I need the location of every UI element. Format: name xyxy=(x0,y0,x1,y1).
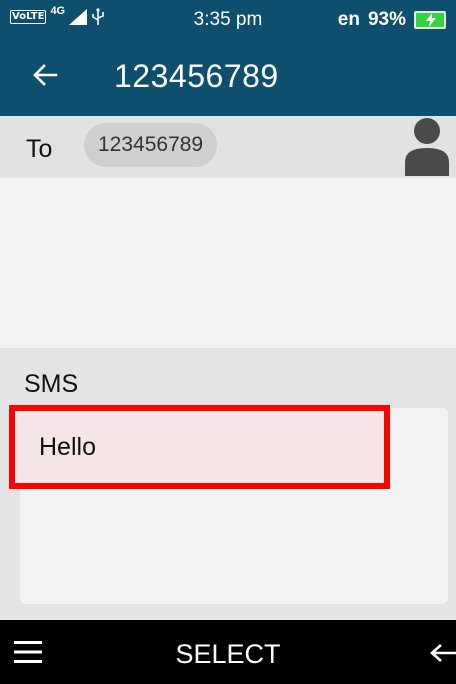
language-indicator: en xyxy=(337,9,360,30)
page-title: 123456789 xyxy=(114,58,279,94)
sms-label: SMS xyxy=(24,370,79,398)
softkey-bar: SELECT xyxy=(0,620,456,684)
battery-percent: 93% xyxy=(367,9,406,30)
status-right: en 93% xyxy=(338,9,446,31)
status-bar: VoLTE 4G 3:35 pm en 93% xyxy=(0,0,456,40)
sms-message-text: Hello xyxy=(39,433,96,461)
to-label: To xyxy=(26,135,53,163)
select-softkey[interactable]: SELECT xyxy=(0,639,456,670)
back-arrow-icon[interactable] xyxy=(428,642,456,669)
message-thread-area xyxy=(0,178,456,348)
recipient-chip[interactable]: 123456789 xyxy=(84,123,218,167)
arrow-left-icon[interactable] xyxy=(32,62,58,88)
recipient-row[interactable]: To 123456789 xyxy=(0,116,456,178)
app-header: 123456789 xyxy=(0,40,456,116)
battery-charging-icon xyxy=(414,11,446,29)
person-icon[interactable] xyxy=(404,116,450,181)
sms-message-input[interactable]: Hello xyxy=(9,405,390,489)
